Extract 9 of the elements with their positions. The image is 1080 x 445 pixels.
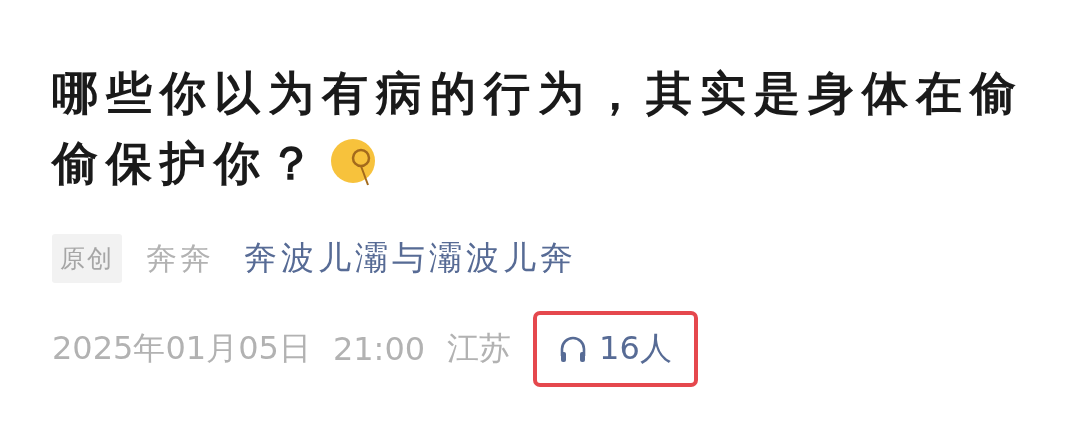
headphones-icon [559, 334, 588, 364]
article-title: 哪些你以为有病的行为，其实是身体在偷偷保护你？ [52, 65, 1025, 192]
listener-count: 16人 [599, 328, 672, 369]
publish-time: 21:00 [332, 330, 426, 368]
original-tag: 原创 [52, 234, 122, 283]
account-link[interactable]: 奔波儿灞与灞波儿奔 [244, 236, 577, 281]
publish-date: 2025年01月05日 [52, 328, 311, 369]
location: 江苏 [447, 328, 512, 369]
author-name: 奔奔 [146, 238, 214, 278]
